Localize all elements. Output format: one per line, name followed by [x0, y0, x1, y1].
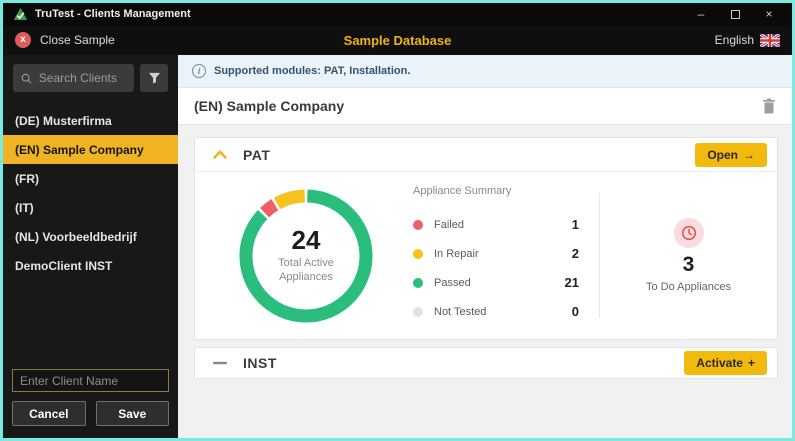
- close-sample-icon: x: [15, 32, 31, 48]
- client-title: (EN) Sample Company: [194, 98, 345, 114]
- todo-label: To Do Appliances: [646, 281, 731, 293]
- todo-count: 3: [682, 253, 695, 276]
- titlebar: TruTest - Clients Management – ×: [3, 3, 792, 25]
- info-banner: i Supported modules: PAT, Installation.: [178, 55, 792, 88]
- sidebar-item-client[interactable]: (IT): [3, 193, 178, 222]
- donut-segment: [239, 189, 373, 322]
- close-sample-button[interactable]: x Close Sample: [15, 32, 115, 48]
- database-title: Sample Database: [343, 32, 452, 48]
- legend-dot-icon: [413, 277, 423, 288]
- appliance-donut-chart: 24 Total Active Appliances: [231, 181, 381, 331]
- info-icon: i: [192, 64, 206, 78]
- clock-icon: [673, 218, 704, 248]
- legend-value: 2: [571, 246, 579, 261]
- sidebar-item-client[interactable]: (DE) Musterfirma: [3, 106, 178, 135]
- delete-client-button[interactable]: [762, 98, 776, 114]
- activate-label: Activate: [696, 356, 743, 370]
- legend-label: In Repair: [434, 247, 479, 260]
- legend-rows: Failed 1 In Repair 2 Passed 21 Not Tested 0: [413, 210, 579, 326]
- info-banner-text: Supported modules: PAT, Installation.: [214, 65, 411, 77]
- close-sample-label: Close Sample: [40, 33, 115, 47]
- language-label: English: [714, 33, 754, 47]
- uk-flag-icon: [760, 33, 780, 47]
- pat-card-body: 24 Total Active Appliances Appliance Sum…: [195, 172, 777, 339]
- legend-label: Failed: [434, 218, 464, 231]
- sidebar-item-client[interactable]: (FR): [3, 164, 178, 193]
- open-pat-button[interactable]: Open →: [695, 142, 767, 167]
- maximize-button[interactable]: [718, 4, 752, 24]
- minus-icon: [213, 361, 227, 365]
- search-row: [13, 64, 168, 92]
- sidebar-button-row: Cancel Save: [12, 401, 169, 426]
- cancel-button[interactable]: Cancel: [12, 401, 86, 426]
- donut-chart-svg: [239, 189, 373, 322]
- legend-value: 21: [564, 275, 579, 290]
- legend-row: Not Tested 0: [413, 297, 579, 326]
- legend-row: Passed 21: [413, 268, 579, 297]
- activate-inst-button[interactable]: Activate +: [684, 351, 767, 375]
- pat-title: PAT: [243, 146, 271, 163]
- clock-glyph-icon: [681, 225, 696, 241]
- client-list: (DE) Musterfirma (EN) Sample Company (FR)(…: [3, 106, 178, 280]
- open-label: Open: [707, 147, 738, 162]
- legend-row: In Repair 2: [413, 239, 579, 268]
- filter-button[interactable]: [140, 64, 168, 92]
- search-box[interactable]: [13, 64, 134, 92]
- legend-dot-icon: [413, 248, 423, 259]
- sidebar-item-client[interactable]: (EN) Sample Company: [3, 135, 178, 164]
- app-window: TruTest - Clients Management – × x Close…: [0, 0, 795, 441]
- legend-dot-icon: [413, 219, 423, 230]
- pat-module-card: PAT Open → 24 Total Active Appliances Ap…: [194, 137, 778, 340]
- plus-icon: +: [747, 356, 755, 370]
- collapse-pat-button[interactable]: [213, 150, 227, 159]
- arrow-right-icon: →: [743, 147, 755, 162]
- sidebar-bottom: Cancel Save: [3, 369, 178, 438]
- donut-segment: [260, 198, 279, 217]
- legend-label: Not Tested: [434, 305, 487, 318]
- inst-module-card: INST Activate +: [194, 347, 778, 379]
- pat-card-header: PAT Open →: [195, 138, 777, 172]
- new-client-name-input[interactable]: [12, 369, 169, 392]
- appliance-summary-title: Appliance Summary: [413, 185, 512, 197]
- window-title: TruTest - Clients Management: [35, 8, 191, 20]
- maximize-icon: [730, 9, 740, 19]
- legend-label: Passed: [434, 276, 471, 289]
- sidebar-item-client[interactable]: (NL) Voorbeeldbedrijf: [3, 222, 178, 251]
- main-panel: i Supported modules: PAT, Installation. …: [178, 55, 792, 438]
- legend-row: Failed 1: [413, 210, 579, 239]
- legend-value: 1: [571, 217, 579, 232]
- app-logo-icon: [13, 8, 28, 20]
- todo-appliances: 3 To Do Appliances: [600, 218, 777, 293]
- content: (DE) Musterfirma(EN) Sample Company(FR)(…: [3, 55, 792, 438]
- close-button[interactable]: ×: [752, 4, 786, 24]
- sidebar: (DE) Musterfirma(EN) Sample Company(FR)(…: [3, 55, 178, 438]
- topbar: x Close Sample Sample Database English: [3, 25, 792, 55]
- client-header: (EN) Sample Company: [178, 88, 792, 125]
- sidebar-item-client[interactable]: DemoClient INST: [3, 251, 178, 280]
- collapsed-inst-toggle[interactable]: [213, 361, 227, 365]
- filter-icon: [148, 72, 160, 84]
- legend-dot-icon: [413, 306, 423, 317]
- search-input[interactable]: [38, 71, 126, 85]
- language-selector[interactable]: English: [715, 33, 780, 47]
- appliance-summary: Appliance Summary Failed 1 In Repair 2 Passe…: [413, 185, 579, 326]
- chevron-up-icon: [213, 150, 227, 159]
- save-button[interactable]: Save: [95, 401, 169, 426]
- donut-segment: [274, 189, 306, 209]
- minimize-button[interactable]: –: [684, 4, 718, 24]
- search-icon: [21, 73, 32, 84]
- legend-value: 0: [571, 304, 579, 319]
- inst-title: INST: [243, 355, 277, 371]
- trash-icon: [763, 98, 775, 114]
